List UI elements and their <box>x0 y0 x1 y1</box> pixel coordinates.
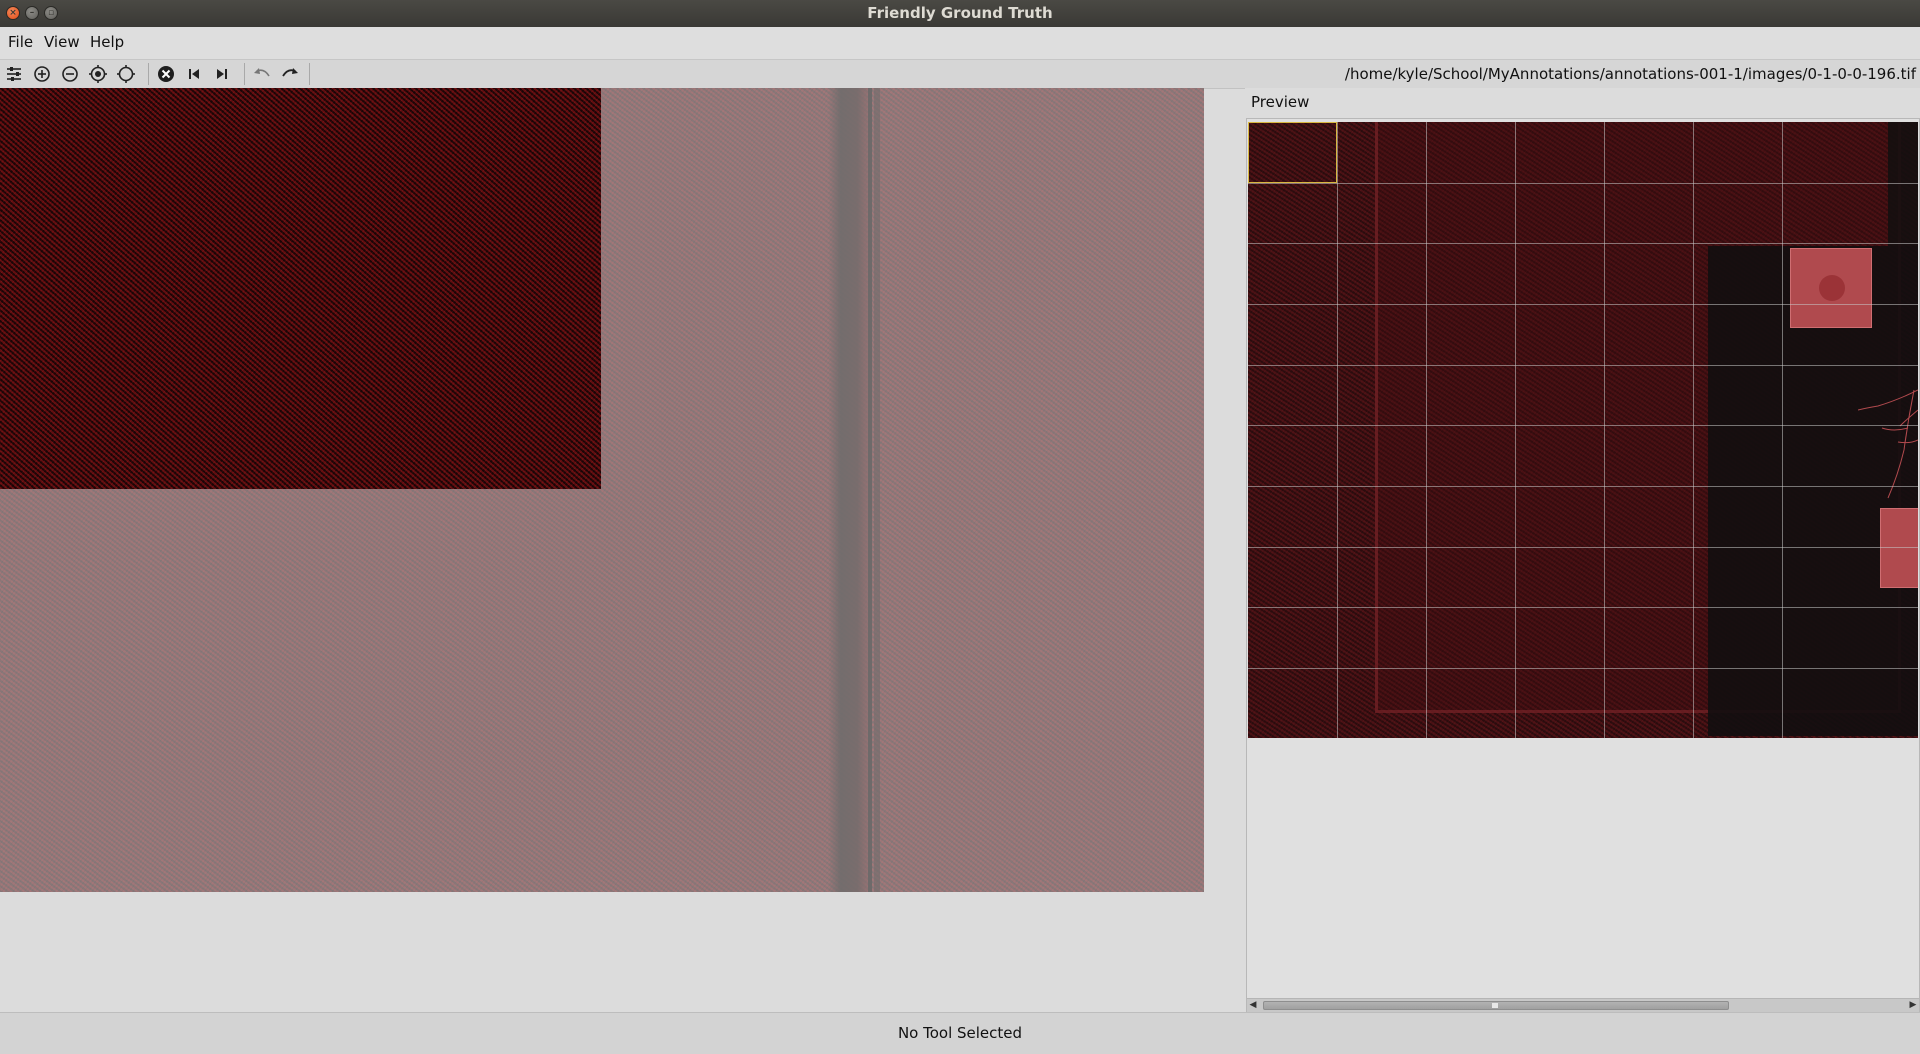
target-outline-icon[interactable] <box>114 62 138 86</box>
target-filled-icon[interactable] <box>86 62 110 86</box>
image-edge-band <box>828 88 870 892</box>
scroll-left-icon[interactable]: ◀ <box>1247 999 1259 1012</box>
redo-icon[interactable] <box>278 62 302 86</box>
minimize-icon[interactable]: – <box>25 6 39 20</box>
title-bar: × – ▫ Friendly Ground Truth <box>0 0 1920 27</box>
image-edge-line <box>868 88 872 892</box>
grid-line-vertical <box>1515 122 1516 738</box>
status-bar: No Tool Selected <box>0 1012 1920 1054</box>
preview-horizontal-scrollbar[interactable]: ◀ ▶ <box>1247 998 1919 1012</box>
image-viewer-canvas[interactable] <box>0 88 1204 892</box>
window-title: Friendly Ground Truth <box>867 4 1053 22</box>
grid-line-horizontal <box>1248 668 1918 669</box>
status-text: No Tool Selected <box>897 1024 1023 1042</box>
grid-line-horizontal <box>1248 365 1918 366</box>
viewer-empty-area <box>0 892 1204 1012</box>
active-patch-texture <box>0 88 601 489</box>
preview-chip-bottom <box>1880 508 1918 588</box>
preview-chip-top <box>1790 248 1872 328</box>
menu-help[interactable]: Help <box>90 33 124 51</box>
preview-selected-cell[interactable] <box>1248 122 1337 183</box>
undo-icon[interactable] <box>250 62 274 86</box>
grid-line-horizontal <box>1248 304 1918 305</box>
toolbar-separator <box>244 63 245 85</box>
scroll-right-icon[interactable]: ▶ <box>1907 999 1919 1012</box>
zoom-out-icon[interactable] <box>58 62 82 86</box>
maximize-icon[interactable]: ▫ <box>44 6 58 20</box>
menu-bar: File View Help <box>0 27 1920 60</box>
toolbar-separator <box>309 63 310 85</box>
preview-root-strand <box>1858 389 1918 499</box>
active-patch-region[interactable] <box>0 88 601 489</box>
grid-line-vertical <box>1604 122 1605 738</box>
close-icon[interactable]: × <box>6 6 20 20</box>
menu-view[interactable]: View <box>44 33 80 51</box>
grid-line-vertical <box>1782 122 1783 738</box>
grid-line-horizontal <box>1248 425 1918 426</box>
grid-line-vertical <box>1426 122 1427 738</box>
zoom-in-icon[interactable] <box>30 62 54 86</box>
toolbar: /home/kyle/School/MyAnnotations/annotati… <box>0 60 1920 89</box>
grid-line-horizontal <box>1248 547 1918 548</box>
toolbar-separator <box>148 63 149 85</box>
scrollbar-grip <box>1492 1003 1498 1008</box>
grid-line-vertical <box>1337 122 1338 738</box>
grid-line-horizontal <box>1248 607 1918 608</box>
cancel-circle-icon[interactable] <box>154 62 178 86</box>
grid-line-horizontal <box>1248 486 1918 487</box>
menu-file[interactable]: File <box>8 33 33 51</box>
preview-image[interactable] <box>1248 122 1918 738</box>
grid-line-horizontal <box>1248 243 1918 244</box>
preview-title: Preview <box>1251 93 1310 111</box>
scrollbar-thumb[interactable] <box>1263 1001 1729 1010</box>
image-edge-line <box>874 88 880 892</box>
previous-image-icon[interactable] <box>182 62 206 86</box>
preview-dark-strip <box>1888 122 1918 246</box>
grid-line-horizontal <box>1248 183 1918 184</box>
next-image-icon[interactable] <box>210 62 234 86</box>
grid-line-vertical <box>1693 122 1694 738</box>
sliders-icon[interactable] <box>2 62 26 86</box>
file-path-label: /home/kyle/School/MyAnnotations/annotati… <box>1344 65 1916 83</box>
